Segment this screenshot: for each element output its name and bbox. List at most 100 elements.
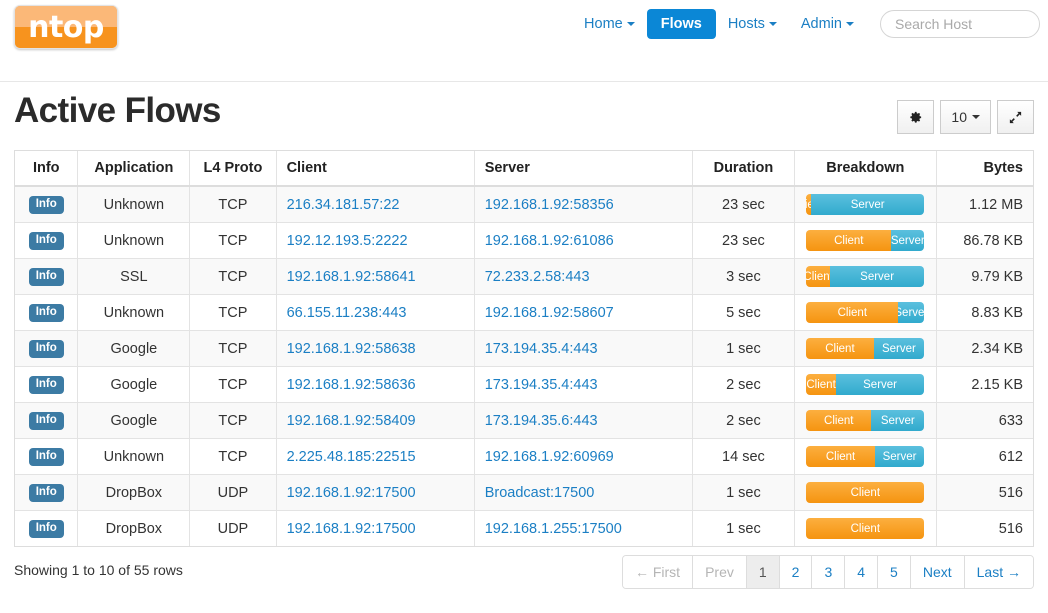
nav-item-home[interactable]: Home (572, 9, 647, 39)
column-header-bytes[interactable]: Bytes (936, 151, 1033, 186)
pagination-item[interactable]: Last → (965, 556, 1033, 588)
column-header-server[interactable]: Server (474, 151, 692, 186)
client-link[interactable]: 192.168.1.92:58636 (287, 377, 416, 393)
cell-info: Info (15, 439, 78, 475)
column-header-info[interactable]: Info (15, 151, 78, 186)
server-link[interactable]: 192.168.1.92:58607 (485, 305, 614, 321)
pagination-item: ← First (623, 556, 693, 588)
nav-item-hosts[interactable]: Hosts (716, 9, 789, 39)
server-link[interactable]: 72.233.2.58:443 (485, 269, 590, 285)
nav-item-home-label: Home (584, 16, 623, 32)
breakdown-server-segment: Server (874, 338, 925, 359)
cell-client: 192.168.1.92:17500 (276, 511, 474, 547)
table-row: InfoGoogleTCP192.168.1.92:58636173.194.3… (15, 367, 1033, 403)
info-button[interactable]: Info (29, 232, 64, 250)
client-link[interactable]: 192.12.193.5:2222 (287, 233, 408, 249)
client-link[interactable]: 216.34.181.57:22 (287, 197, 400, 213)
info-button[interactable]: Info (29, 484, 64, 502)
cell-client: 216.34.181.57:22 (276, 186, 474, 223)
breakdown-client-segment: Client (806, 374, 836, 395)
chevron-down-icon (769, 22, 777, 26)
cell-info: Info (15, 186, 78, 223)
client-link[interactable]: 192.168.1.92:58638 (287, 341, 416, 357)
fullscreen-button[interactable] (997, 100, 1034, 134)
cell-breakdown: ClientServer (794, 186, 936, 223)
info-button[interactable]: Info (29, 304, 64, 322)
table-toolbar: 10 (897, 100, 1034, 134)
client-link[interactable]: 66.155.11.238:443 (287, 305, 407, 321)
cell-server: 192.168.1.92:61086 (474, 223, 692, 259)
cell-server: 173.194.35.6:443 (474, 403, 692, 439)
client-link[interactable]: 192.168.1.92:58409 (287, 413, 416, 429)
nav-item-flows[interactable]: Flows (647, 9, 716, 39)
server-link[interactable]: 192.168.1.92:58356 (485, 197, 614, 213)
cell-client: 192.168.1.92:58638 (276, 331, 474, 367)
server-link[interactable]: 173.194.35.6:443 (485, 413, 598, 429)
column-header-l4proto[interactable]: L4 Proto (190, 151, 276, 186)
server-link[interactable]: Broadcast:17500 (485, 485, 595, 501)
pagination-item[interactable]: 3 (812, 556, 845, 588)
cell-duration: 5 sec (693, 295, 795, 331)
cell-breakdown: Client (794, 475, 936, 511)
column-header-duration[interactable]: Duration (693, 151, 795, 186)
client-link[interactable]: 192.168.1.92:17500 (287, 521, 416, 537)
client-link[interactable]: 192.168.1.92:58641 (287, 269, 416, 285)
cell-l4proto: TCP (190, 403, 276, 439)
cell-client: 192.168.1.92:58641 (276, 259, 474, 295)
server-link[interactable]: 192.168.1.92:61086 (485, 233, 614, 249)
cell-l4proto: TCP (190, 186, 276, 223)
cell-breakdown: ClientServer (794, 223, 936, 259)
column-header-application[interactable]: Application (78, 151, 190, 186)
column-header-client[interactable]: Client (276, 151, 474, 186)
cell-breakdown: ClientServer (794, 439, 936, 475)
breakdown-client-segment: Client (806, 302, 898, 323)
client-link[interactable]: 192.168.1.92:17500 (287, 485, 416, 501)
server-link[interactable]: 173.194.35.4:443 (485, 341, 598, 357)
rows-per-page-dropdown[interactable]: 10 (940, 100, 991, 134)
breakdown-client-segment: Client (806, 446, 874, 467)
ntop-logo[interactable]: ntop (14, 5, 118, 49)
breakdown-client-segment: Client (806, 338, 873, 359)
cell-duration: 1 sec (693, 331, 795, 367)
chevron-down-icon (972, 115, 980, 119)
info-button[interactable]: Info (29, 196, 64, 214)
breakdown-bar: ClientServer (806, 194, 924, 215)
server-link[interactable]: 192.168.1.255:17500 (485, 521, 622, 537)
breakdown-server-segment: Server (836, 374, 925, 395)
settings-button[interactable] (897, 100, 934, 134)
server-link[interactable]: 192.168.1.92:60969 (485, 449, 614, 465)
breakdown-bar: ClientServer (806, 410, 924, 431)
cell-bytes: 9.79 KB (936, 259, 1033, 295)
nav-item-admin[interactable]: Admin (789, 9, 866, 39)
cell-server: 72.233.2.58:443 (474, 259, 692, 295)
table-row: Info GoogleTCP 192.168.1.92:58409 173.194.3… (15, 403, 1033, 439)
pagination-item[interactable]: 4 (845, 556, 878, 588)
cell-application: Unknown (78, 223, 190, 259)
info-button[interactable]: Info (29, 376, 64, 394)
pagination-item[interactable]: 5 (878, 556, 911, 588)
info-button[interactable]: Info (29, 412, 64, 430)
top-navbar: ntop Home Flows Hosts Admin (0, 0, 1048, 82)
cell-server: 192.168.1.92:58356 (474, 186, 692, 223)
cell-duration: 2 sec (693, 403, 795, 439)
info-button[interactable]: Info (29, 448, 64, 466)
breakdown-server-segment: Server (811, 194, 924, 215)
search-host-input[interactable] (880, 10, 1040, 38)
pagination-item[interactable]: 2 (780, 556, 813, 588)
cell-info: Info (15, 259, 78, 295)
cell-client: 192.168.1.92:58636 (276, 367, 474, 403)
cell-application: Google (78, 403, 190, 439)
cell-bytes: 612 (936, 439, 1033, 475)
column-header-breakdown[interactable]: Breakdown (794, 151, 936, 186)
cell-duration: 1 sec (693, 511, 795, 547)
server-link[interactable]: 173.194.35.4:443 (485, 377, 598, 393)
cell-server: 192.168.1.92:60969 (474, 439, 692, 475)
pagination-item[interactable]: Next (911, 556, 965, 588)
info-button[interactable]: Info (29, 340, 64, 358)
info-button[interactable]: Info (29, 520, 64, 538)
breakdown-server-segment: Server (891, 230, 924, 251)
client-link[interactable]: 2.225.48.185:22515 (287, 449, 416, 465)
cell-l4proto: TCP (190, 223, 276, 259)
cell-bytes: 2.15 KB (936, 367, 1033, 403)
info-button[interactable]: Info (29, 268, 64, 286)
